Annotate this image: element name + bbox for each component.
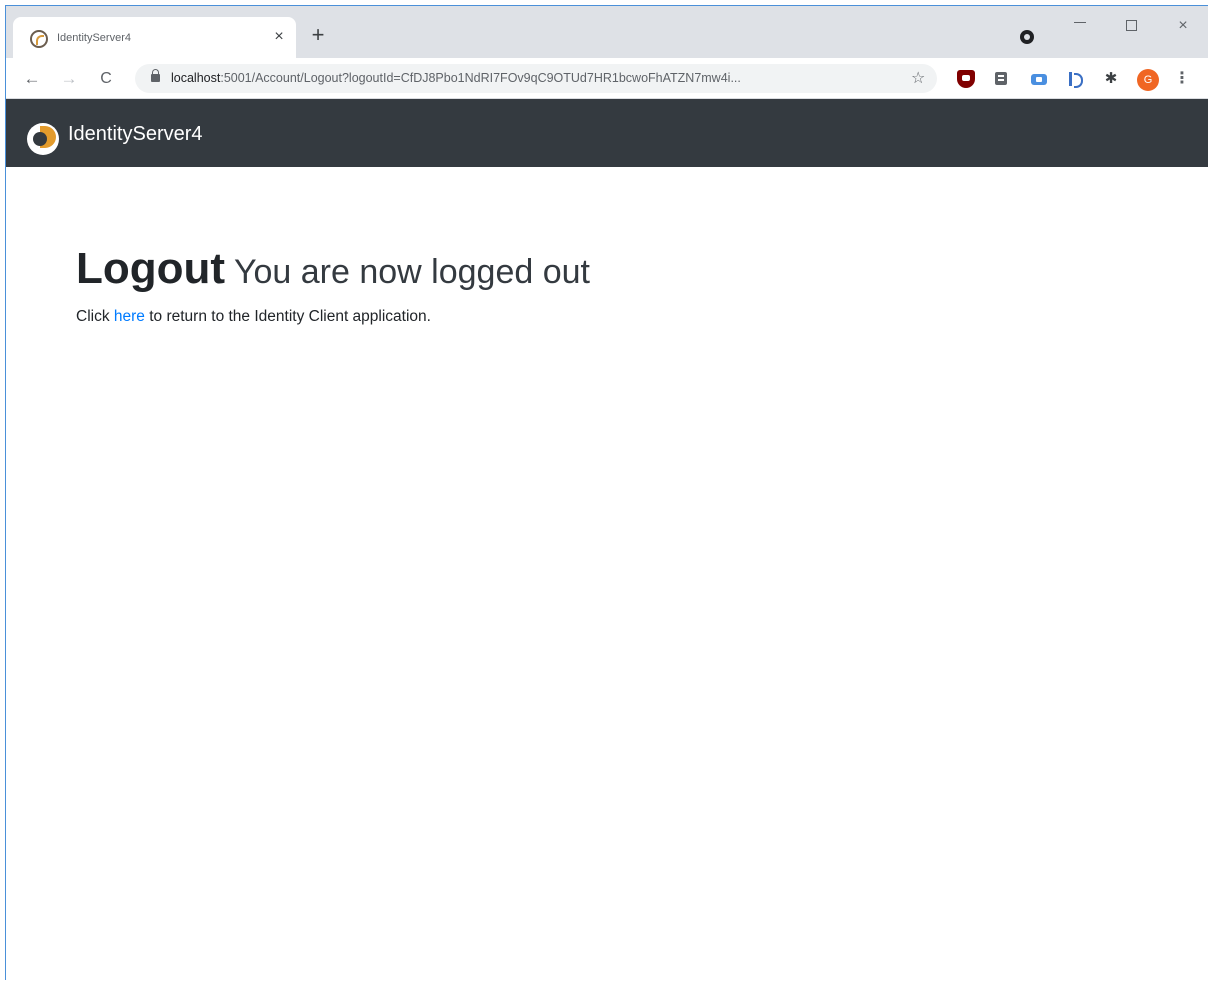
return-text-before: Click <box>76 308 114 325</box>
return-link[interactable]: here <box>114 308 145 325</box>
url-path: :5001/Account/Logout?logoutId=CfDJ8Pbo1N… <box>220 71 741 85</box>
tab-strip: IdentityServer4 × + × <box>6 6 1208 58</box>
minimize-icon <box>1074 22 1086 23</box>
browser-tab[interactable]: IdentityServer4 × <box>13 17 296 58</box>
media-record-icon[interactable] <box>1020 30 1034 44</box>
browser-window: IdentityServer4 × + × ← → C localhost:50… <box>5 5 1208 980</box>
url-text[interactable]: localhost:5001/Account/Logout?logoutId=C… <box>171 71 901 85</box>
back-arrow-icon[interactable]: ← <box>20 67 44 91</box>
logout-subtitle: You are now logged out <box>233 253 590 291</box>
logout-title: Logout <box>76 244 226 293</box>
navbar-brand[interactable]: IdentityServer4 <box>68 123 203 146</box>
lock-icon[interactable] <box>151 69 160 82</box>
return-message: Click here to return to the Identity Cli… <box>76 308 431 326</box>
new-tab-icon[interactable]: + <box>307 24 329 47</box>
maximize-button[interactable] <box>1111 14 1151 38</box>
return-text-after: to return to the Identity Client applica… <box>144 308 431 325</box>
bookmark-icon[interactable] <box>1066 70 1084 88</box>
maximize-icon <box>1125 20 1137 31</box>
minimize-button[interactable] <box>1060 14 1100 38</box>
forward-arrow-icon[interactable]: → <box>57 67 81 91</box>
address-bar[interactable]: localhost:5001/Account/Logout?logoutId=C… <box>135 64 937 93</box>
page-title: Logout You are now logged out <box>76 244 590 294</box>
ublock-icon[interactable] <box>957 70 975 88</box>
identityserver-logo-icon[interactable] <box>27 123 59 155</box>
browser-menu-icon[interactable]: ⋮ <box>1174 69 1190 89</box>
page-content: IdentityServer4 Logout You are now logge… <box>6 99 1208 980</box>
tab-title: IdentityServer4 <box>57 32 131 44</box>
notes-icon[interactable] <box>993 70 1011 88</box>
tab-close-icon[interactable]: × <box>269 27 289 47</box>
reload-icon[interactable]: C <box>94 67 118 91</box>
puzzle-icon[interactable]: ✱ <box>1102 70 1120 88</box>
identityserver-favicon-icon <box>30 30 48 48</box>
browser-toolbar: ← → C localhost:5001/Account/Logout?logo… <box>6 58 1208 99</box>
tag-icon[interactable] <box>1030 70 1048 88</box>
site-navbar: IdentityServer4 <box>6 99 1208 167</box>
url-host: localhost <box>171 71 221 85</box>
profile-avatar-icon[interactable]: G <box>1137 69 1159 91</box>
bookmark-star-icon[interactable]: ☆ <box>911 68 925 88</box>
window-close-button[interactable]: × <box>1163 14 1203 38</box>
